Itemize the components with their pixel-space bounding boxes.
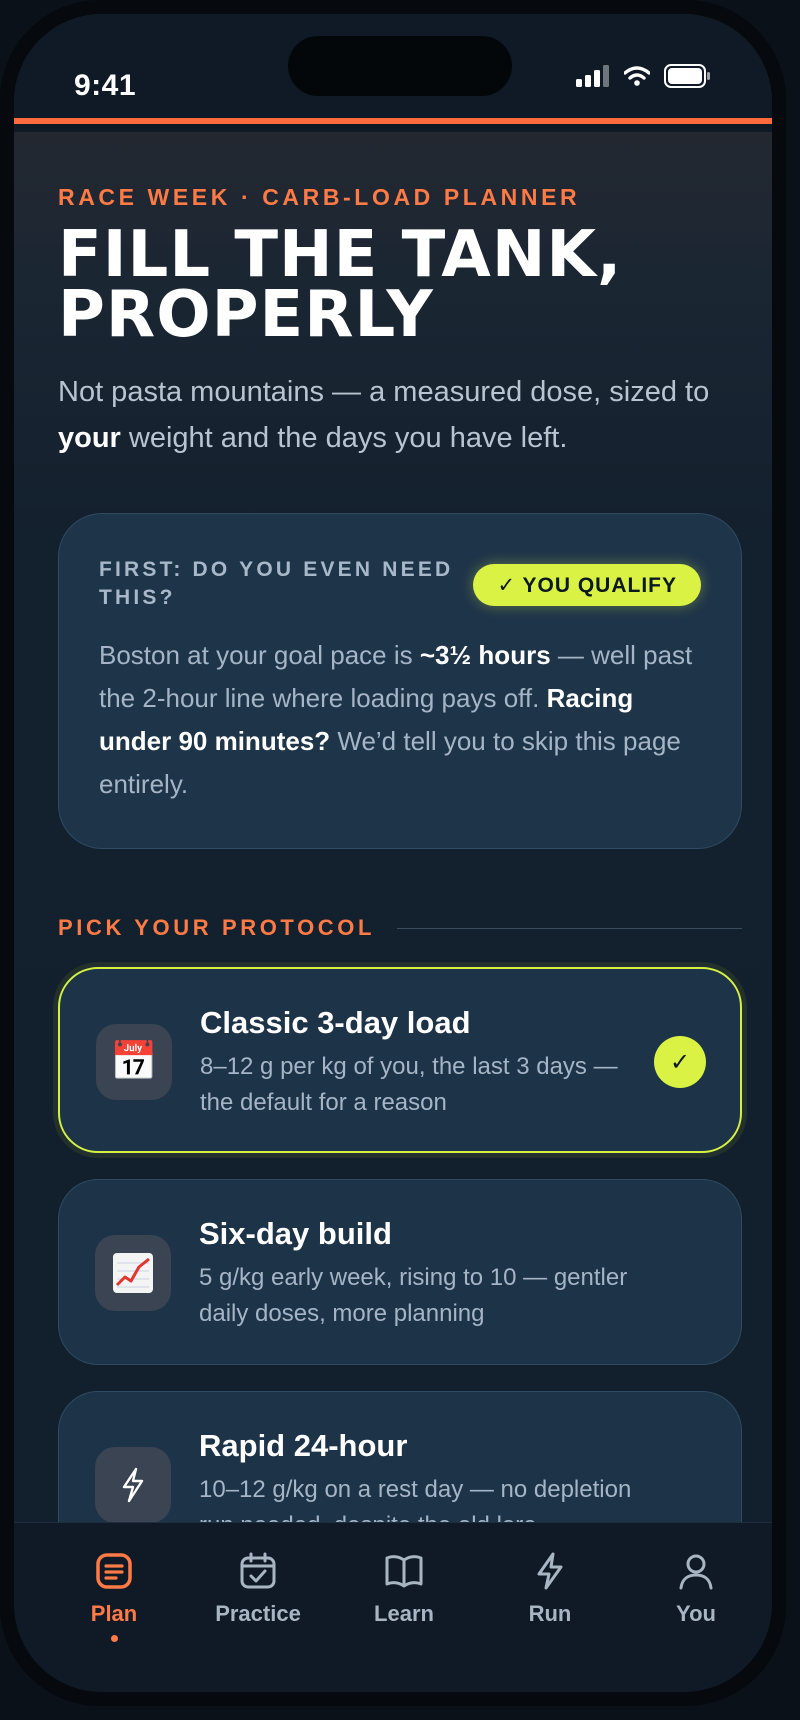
bolt-icon: [537, 1552, 563, 1590]
protocol-description: 5 g/kg early week, rising to 10 — gentle…: [199, 1264, 628, 1327]
protocol-title: Six-day build: [199, 1216, 392, 1251]
protocol-list: 📅 Classic 3-day load 8–12 g per kg of yo…: [58, 967, 742, 1577]
status-bar: 9:41: [14, 14, 772, 132]
subtitle-text-2: weight and the days you have left.: [120, 422, 568, 454]
qualify-badge: ✓ YOU QUALIFY: [473, 564, 701, 606]
plan-icon: [96, 1553, 132, 1589]
qualify-body: Boston at your goal pace is ~3½ hours — …: [99, 634, 701, 806]
check-icon: ✓: [654, 1036, 706, 1088]
status-time: 9:41: [74, 69, 137, 102]
active-indicator: [110, 1635, 118, 1642]
qualify-card: FIRST: DO YOU EVEN NEED THIS? ✓ YOU QUAL…: [58, 513, 742, 849]
eyebrow-label: RACE WEEK · CARB-LOAD PLANNER: [58, 184, 581, 210]
page-title: FILL THE TANK, PROPERLY: [58, 218, 742, 352]
person-icon: [679, 1554, 713, 1590]
section-divider: [397, 927, 742, 929]
wifi-icon: [624, 66, 650, 86]
tab-label: Plan: [90, 1601, 138, 1626]
protocol-text: Six-day build 5 g/kg early week, rising …: [199, 1216, 639, 1332]
tab-learn[interactable]: Learn: [344, 1551, 464, 1627]
page-subtitle: Not pasta mountains — a measured dose, s…: [58, 369, 742, 461]
screen: 9:41 RACE WEEK · CARB-LOAD PLANNER FILL …: [14, 14, 772, 1692]
tab-label: Run: [528, 1601, 572, 1626]
page-title-line-1: FILL THE TANK,: [58, 218, 623, 292]
calendar-icon: 📅: [96, 1024, 172, 1100]
qualify-title: FIRST: DO YOU EVEN NEED THIS?: [99, 558, 454, 609]
tab-plan[interactable]: Plan: [54, 1551, 174, 1642]
tab-label: Practice: [215, 1601, 301, 1626]
tab-you[interactable]: You: [636, 1551, 756, 1627]
protocol-title: Classic 3-day load: [200, 1005, 471, 1040]
subtitle-emphasis: your: [58, 422, 121, 454]
protocol-section-header: PICK YOUR PROTOCOL: [58, 915, 742, 941]
book-icon: [385, 1555, 423, 1588]
tab-run[interactable]: Run: [490, 1551, 610, 1627]
dynamic-island: [288, 36, 512, 96]
main-content: RACE WEEK · CARB-LOAD PLANNER FILL THE T…: [58, 184, 742, 1577]
protocol-description: 8–12 g per kg of you, the last 3 days — …: [200, 1053, 618, 1116]
subtitle-text-1: Not pasta mountains — a measured dose, s…: [58, 376, 710, 408]
signal-icon: [576, 65, 609, 87]
protocol-option-classic[interactable]: 📅 Classic 3-day load 8–12 g per kg of yo…: [58, 967, 742, 1153]
battery-icon: [664, 64, 710, 88]
protocol-text: Classic 3-day load 8–12 g per kg of you,…: [200, 1005, 640, 1121]
page-title-line-2: PROPERLY: [58, 278, 434, 352]
phone-frame: 9:41 RACE WEEK · CARB-LOAD PLANNER FILL …: [0, 0, 786, 1706]
lightning-icon: [95, 1447, 171, 1523]
status-icons: [576, 64, 712, 88]
qualify-text-1: Boston at your goal pace is: [99, 640, 420, 670]
protocol-option-six-day[interactable]: Six-day build 5 g/kg early week, rising …: [58, 1179, 742, 1365]
tab-label: Learn: [374, 1601, 434, 1626]
section-label: PICK YOUR PROTOCOL: [58, 915, 376, 940]
qualify-emphasis-1: ~3½ hours: [419, 640, 551, 670]
tab-bar: Plan Practice Learn Run You: [14, 1522, 772, 1692]
trending-up-icon: [95, 1235, 171, 1311]
calendar-check-icon: [240, 1552, 276, 1589]
tab-label: You: [676, 1601, 716, 1626]
protocol-title: Rapid 24-hour: [199, 1428, 408, 1463]
tab-practice[interactable]: Practice: [198, 1551, 318, 1627]
accent-bar: [14, 118, 772, 124]
